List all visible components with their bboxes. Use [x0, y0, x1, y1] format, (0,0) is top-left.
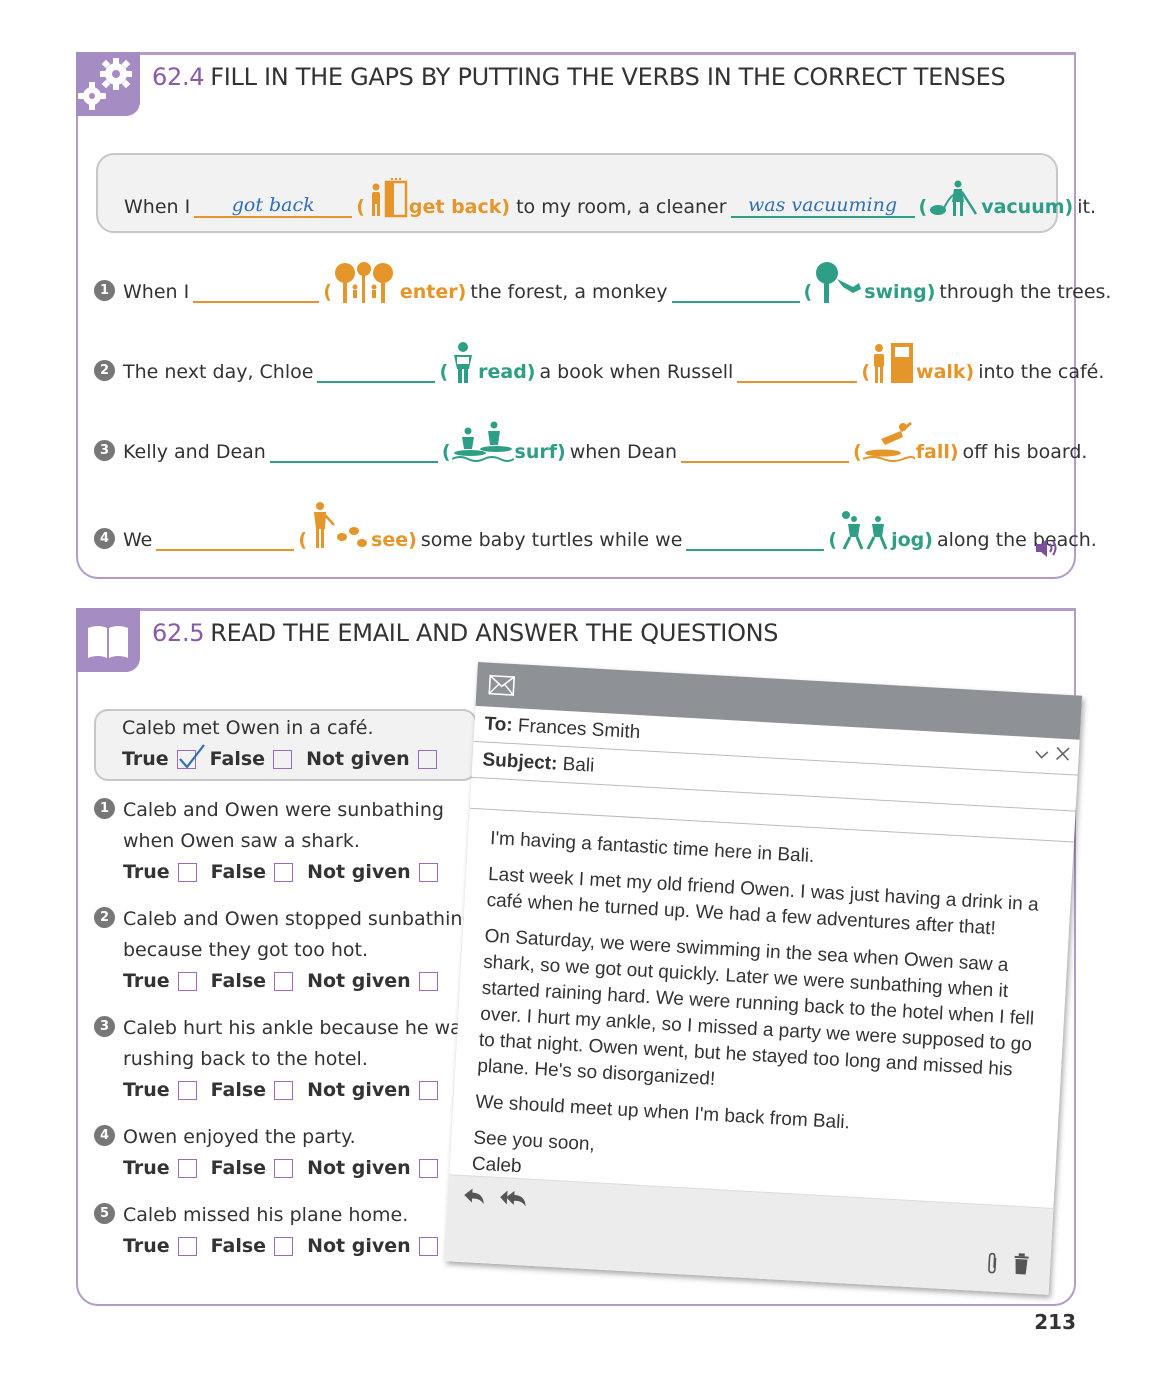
example-question: Caleb met Owen in a café. True False Not…: [122, 713, 451, 775]
section-number: 62.4: [152, 63, 205, 91]
checkbox-true[interactable]: [177, 1081, 197, 1100]
verb-hint: (read): [439, 341, 536, 383]
verb-hint: (enter): [323, 261, 466, 303]
checkbox-false[interactable]: [274, 1237, 294, 1256]
checkbox-false[interactable]: [273, 750, 293, 769]
checkbox-false[interactable]: [274, 1159, 294, 1178]
checkbox-false[interactable]: [274, 863, 294, 882]
answer-blank[interactable]: [317, 359, 436, 383]
email-window: To: Frances Smith Subject: Bali I'm havi…: [444, 662, 1083, 1295]
checkbox-not-given[interactable]: [417, 750, 437, 769]
answer-blank[interactable]: [193, 279, 320, 303]
vacuum-icon: [930, 180, 978, 216]
answer-blank[interactable]: [686, 527, 825, 551]
answer-blank[interactable]: [156, 527, 295, 551]
section-number: 62.5: [152, 619, 205, 647]
surfers-icon: [451, 421, 514, 462]
example-sentence: When I got back (get back) to my room, a…: [124, 178, 1096, 218]
answer-blank[interactable]: [681, 439, 850, 463]
checkbox-true[interactable]: [177, 863, 197, 882]
answer-blank[interactable]: [671, 279, 800, 303]
answer-blank[interactable]: got back: [194, 194, 353, 218]
verb-hint: (vacuum): [919, 178, 1073, 218]
checkbox-true[interactable]: [176, 744, 205, 769]
page-number: 213: [1034, 1310, 1076, 1334]
checkbox-not-given[interactable]: [418, 1159, 438, 1178]
section-heading: FILL IN THE GAPS BY PUTTING THE VERBS IN…: [210, 63, 1006, 91]
question-1: 1 Caleb and Owen were sunbathing when Owe…: [94, 795, 452, 888]
checkbox-true[interactable]: [177, 972, 197, 991]
checkbox-false[interactable]: [274, 972, 294, 991]
verb-hint: (fall): [853, 421, 959, 463]
question-4: 4 Owen enjoyed the party. True False Not …: [94, 1122, 452, 1184]
joggers-icon: [842, 511, 888, 550]
checkbox-true[interactable]: [177, 1159, 197, 1178]
reply-all-icon[interactable]: [498, 1186, 529, 1210]
section-title: 62.4 FILL IN THE GAPS BY PUTTING THE VERB…: [152, 63, 1006, 91]
checkbox-not-given[interactable]: [418, 1237, 438, 1256]
verb-hint: (surf): [442, 421, 566, 463]
gear-icon: [78, 58, 132, 110]
trash-icon[interactable]: [1012, 1253, 1031, 1276]
question-2: 2 The next day, Chloe (read) a book when…: [94, 341, 1104, 383]
verb-hint: (see): [298, 501, 417, 551]
verb-hint: (jog): [828, 509, 933, 551]
audio-button[interactable]: [1034, 537, 1060, 563]
verb-hint: (walk): [861, 341, 974, 383]
exercise-tab: [76, 52, 140, 116]
monkey-tree-icon: [816, 262, 862, 303]
falling-surfer-icon: [862, 421, 915, 462]
section-heading: READ THE EMAIL AND ANSWER THE QUESTIONS: [210, 619, 779, 647]
verb-hint: (get back): [356, 178, 510, 218]
turtles-icon: [314, 502, 368, 548]
exercise-62-4: 62.4 FILL IN THE GAPS BY PUTTING THE VERB…: [76, 52, 1111, 579]
forest-icon: [334, 262, 393, 303]
book-icon: [88, 626, 128, 658]
reply-icon[interactable]: [462, 1184, 487, 1207]
question-5: 5 Caleb missed his plane home. True False…: [94, 1200, 452, 1262]
checkbox-not-given[interactable]: [418, 972, 438, 991]
checkbox-not-given[interactable]: [418, 863, 438, 882]
checkmark-icon: [178, 744, 205, 769]
person-door-icon: [371, 178, 408, 218]
question-4: 4 We (see) some baby turtles while we (j…: [94, 501, 1097, 551]
close-icon[interactable]: [1054, 745, 1071, 762]
cafe-door-icon: [874, 343, 914, 383]
answer-blank[interactable]: [737, 359, 858, 383]
checkbox-false[interactable]: [274, 1081, 294, 1100]
checkbox-not-given[interactable]: [418, 1081, 438, 1100]
question-2: 2 Caleb and Owen stopped sunbathing becau…: [94, 904, 474, 997]
reading-person-icon: [454, 342, 473, 383]
question-1: 1 When I (enter) the forest, a monkey (s…: [94, 261, 1111, 303]
answer-blank[interactable]: [269, 439, 438, 463]
question-3: 3 Kelly and Dean (surf) when Dean (fall)…: [94, 421, 1087, 463]
envelope-icon: [488, 674, 516, 696]
example-box: When I got back (get back) to my room, a…: [96, 153, 1096, 233]
chevron-down-icon[interactable]: [1033, 748, 1050, 761]
paperclip-icon[interactable]: [984, 1251, 1001, 1276]
verb-hint: (swing): [804, 261, 935, 303]
checkbox-true[interactable]: [177, 1237, 197, 1256]
email-body: I'm having a fantastic time here in Bali…: [471, 827, 1040, 1178]
question-3: 3 Caleb hurt his ankle because he was rus…: [94, 1013, 472, 1106]
exercise-tab: [76, 608, 140, 672]
answer-blank[interactable]: was vacuuming: [730, 194, 915, 218]
speaker-icon: [1036, 539, 1057, 557]
section-title: 62.5 READ THE EMAIL AND ANSWER THE QUESTI…: [152, 619, 779, 647]
